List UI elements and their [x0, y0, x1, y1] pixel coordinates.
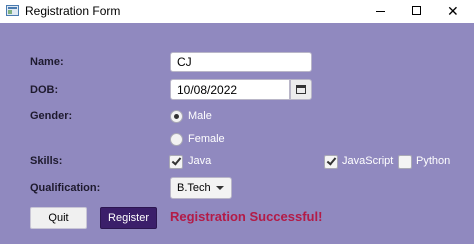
checkmark-icon [171, 155, 182, 166]
qualification-label: Qualification: [30, 182, 101, 194]
gender-label: Gender: [30, 110, 73, 122]
gender-male-label: Male [188, 110, 212, 122]
skill-python-label: Python [416, 155, 451, 167]
name-field[interactable]: CJ [170, 52, 312, 72]
skills-label: Skills: [30, 155, 63, 167]
gender-female-radio[interactable] [170, 133, 183, 146]
close-button[interactable]: ✕ [430, 0, 474, 23]
dob-label: DOB: [30, 84, 59, 96]
maximize-icon [412, 6, 421, 15]
status-message: Registration Successful! [170, 209, 323, 224]
date-picker-button[interactable] [290, 79, 312, 100]
checkmark-icon [326, 155, 337, 166]
minimize-icon [376, 11, 385, 12]
gender-female-label: Female [188, 133, 225, 145]
form-panel: Name: CJ DOB: 10/08/2022 Gender: Male Fe… [0, 23, 474, 244]
qualification-value: B.Tech [177, 182, 211, 194]
register-button[interactable]: Register [100, 207, 157, 229]
title-bar: Registration Form ✕ [0, 0, 474, 23]
app-icon [6, 5, 19, 16]
name-label: Name: [30, 56, 64, 68]
quit-button[interactable]: Quit [30, 207, 87, 229]
calendar-icon [296, 85, 306, 94]
qualification-select[interactable]: B.Tech [170, 177, 232, 199]
window-title: Registration Form [25, 4, 121, 18]
chevron-down-icon [216, 186, 224, 190]
dob-field[interactable]: 10/08/2022 [170, 79, 290, 100]
skill-javascript-checkbox[interactable] [324, 155, 338, 169]
gender-male-radio[interactable] [170, 110, 183, 123]
skill-java-label: Java [188, 155, 212, 167]
skill-python-checkbox[interactable] [398, 155, 412, 169]
skill-javascript-label: JavaScript [342, 155, 394, 167]
close-icon: ✕ [447, 3, 459, 19]
skill-java-checkbox[interactable] [169, 155, 183, 169]
